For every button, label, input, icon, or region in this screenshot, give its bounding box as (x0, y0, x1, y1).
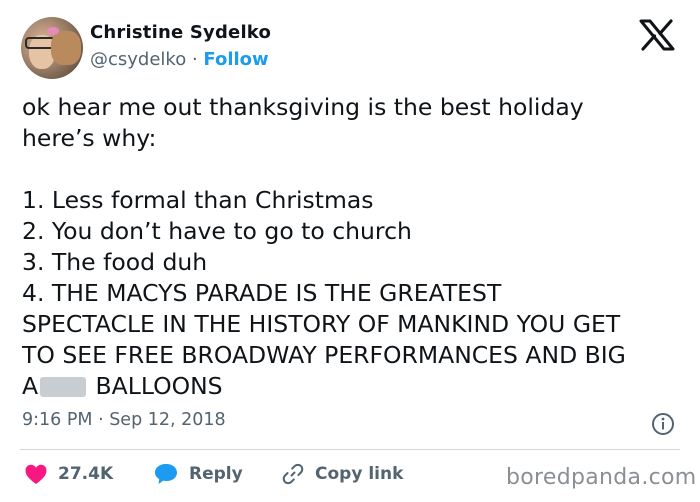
avatar-dog (51, 31, 81, 65)
follow-button[interactable]: Follow (203, 49, 268, 70)
tweet-text: ok hear me out thanksgiving is the best … (22, 92, 692, 402)
reply-label: Reply (189, 464, 243, 484)
likes-count: 27.4K (58, 464, 114, 484)
x-logo-icon[interactable] (638, 19, 676, 51)
heart-icon (25, 464, 47, 484)
copy-link-label: Copy link (315, 464, 404, 484)
reply-button[interactable]: Reply (153, 459, 243, 489)
watermark: boredpanda.com (506, 465, 697, 490)
copy-link-button[interactable]: Copy link (281, 459, 403, 489)
reply-bubble-icon (155, 464, 177, 484)
display-name[interactable]: Christine Sydelko (90, 22, 271, 43)
avatar[interactable] (21, 17, 83, 79)
like-button[interactable]: 27.4K (24, 459, 113, 489)
tweet-text-main: ok hear me out thanksgiving is the best … (22, 93, 626, 400)
user-handle[interactable]: @csydelko (90, 49, 186, 70)
tweet-card: Christine Sydelko @csydelko · Follow ok … (0, 0, 700, 502)
blurred-word-icon (40, 377, 87, 397)
info-icon[interactable] (651, 412, 675, 436)
timestamp[interactable]: 9:16 PM · Sep 12, 2018 (22, 410, 226, 430)
handle-line: @csydelko · Follow (90, 49, 269, 70)
divider (20, 449, 680, 450)
link-icon (282, 463, 304, 485)
avatar-bow (47, 27, 59, 35)
tweet-text-end: BALLOONS (88, 372, 223, 400)
handle-separator: · (186, 49, 204, 70)
